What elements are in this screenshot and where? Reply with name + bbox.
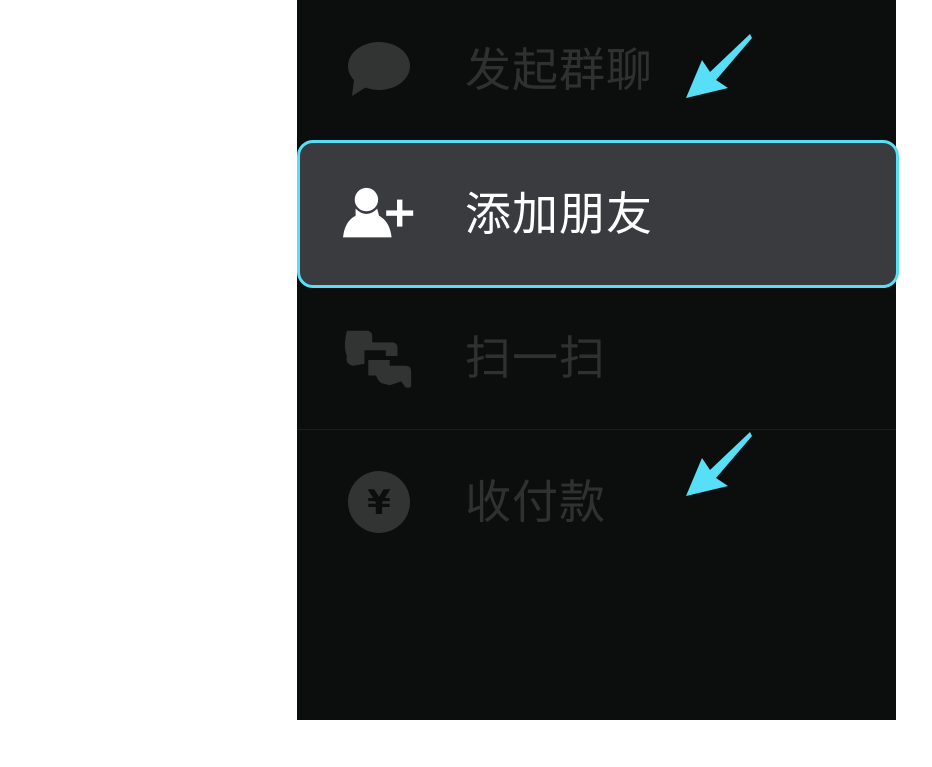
menu-divider [297,429,896,430]
arrow-pointer-icon [684,430,754,500]
menu-item-group-chat[interactable]: 发起群聊 [297,0,896,140]
menu-item-label: 发起群聊 [465,43,653,97]
chat-bubble-icon [343,34,415,106]
yuan-payment-icon: ¥ [343,466,415,538]
yuan-symbol: ¥ [367,483,391,523]
menu-item-label: 收付款 [465,475,606,529]
screen: 发起群聊 添加朋友 扫一扫 ¥ 收付款 [0,0,932,767]
menu-item-scan[interactable]: 扫一扫 [297,288,896,428]
add-friend-icon [343,178,415,250]
popup-menu: 发起群聊 添加朋友 扫一扫 ¥ 收付款 [297,0,899,720]
arrow-pointer-icon [684,32,754,102]
menu-item-add-friend[interactable]: 添加朋友 [297,140,899,288]
menu-item-label: 扫一扫 [465,331,606,385]
menu-item-payment[interactable]: ¥ 收付款 [297,432,896,572]
menu-item-label: 添加朋友 [465,187,653,241]
scan-icon [343,322,415,394]
